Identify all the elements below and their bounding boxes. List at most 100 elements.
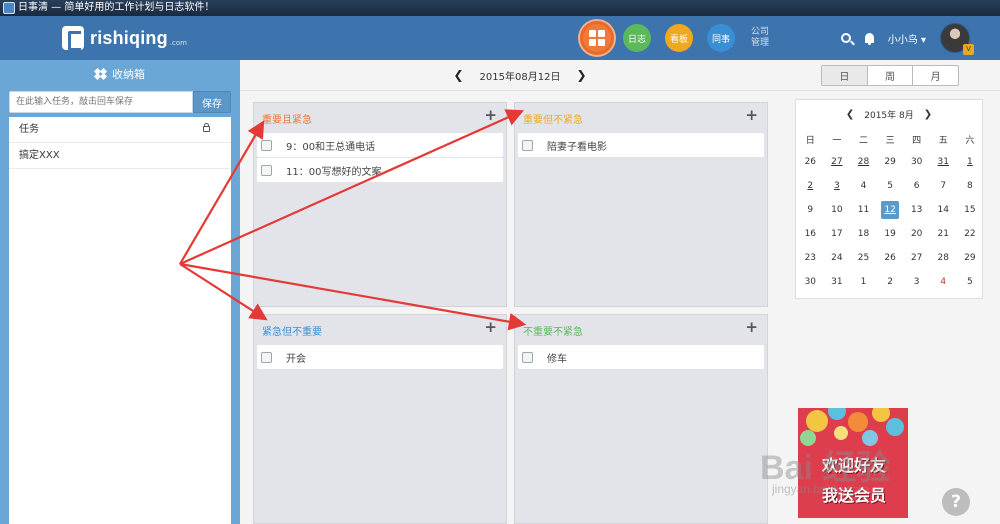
calendar-day[interactable]: 16 <box>797 222 824 246</box>
calendar-day[interactable]: 3 <box>824 174 851 198</box>
calendar-day-number: 5 <box>966 277 973 287</box>
task-row[interactable]: 陪妻子看电影 <box>518 133 764 157</box>
save-button[interactable]: 保存 <box>193 91 231 113</box>
calendar-day[interactable]: 30 <box>903 150 930 174</box>
task-checkbox[interactable] <box>522 139 533 151</box>
calendar-day-number: 10 <box>831 205 843 215</box>
add-task-plus-icon[interactable]: + <box>745 108 758 123</box>
calendar-day[interactable]: 9 <box>797 198 824 222</box>
task-row[interactable]: 11：00写想好的文案 <box>257 158 503 182</box>
calendar-day[interactable]: 11 <box>850 198 877 222</box>
calendar-day-number: 20 <box>910 229 923 239</box>
calendar-day-today[interactable]: 12 <box>877 198 904 222</box>
task-row[interactable]: 开会 <box>257 345 503 369</box>
calendar-day[interactable]: 31 <box>930 150 957 174</box>
calendar-day[interactable]: 5 <box>877 174 904 198</box>
task-checkbox[interactable] <box>261 139 272 151</box>
calendar-day[interactable]: 23 <box>797 246 824 270</box>
calendar-day[interactable]: 31 <box>824 270 851 294</box>
calendar-day[interactable]: 21 <box>930 222 957 246</box>
company-line1: 公司 <box>750 27 769 37</box>
task-checkbox[interactable] <box>522 351 533 363</box>
task-row[interactable]: 修车 <box>518 345 764 369</box>
calendar-day[interactable]: 20 <box>903 222 930 246</box>
calendar-weekday: 四 <box>912 135 922 146</box>
calendar-day[interactable]: 6 <box>903 174 930 198</box>
calendar-day[interactable]: 19 <box>877 222 904 246</box>
calendar-day[interactable]: 25 <box>850 246 877 270</box>
task-text: 9：00和王总通电话 <box>286 141 376 153</box>
nav-dashboard-button[interactable] <box>580 21 614 55</box>
add-task-plus-icon[interactable]: + <box>484 108 497 123</box>
calendar-day[interactable]: 1 <box>850 270 877 294</box>
user-menu[interactable]: 小小鸟 ▾ <box>888 31 926 46</box>
calendar-weekday: 六 <box>965 135 975 146</box>
calendar-day-number: 5 <box>887 181 893 191</box>
calendar-day[interactable]: 4 <box>850 174 877 198</box>
calendar-day[interactable]: 7 <box>930 174 957 198</box>
tab-week[interactable]: 周 <box>868 66 914 85</box>
task-checkbox[interactable] <box>261 351 272 363</box>
calendar-day[interactable]: 1 <box>957 150 984 174</box>
calendar-day[interactable]: 10 <box>824 198 851 222</box>
calendar-day[interactable]: 28 <box>930 246 957 270</box>
nav-rizhi-button[interactable]: 日志 <box>623 24 651 52</box>
calendar-day[interactable]: 15 <box>957 198 984 222</box>
calendar-grid: 日一二三四五六 26 27 28 29 30 31 1 2 3 4 5 6 7 8 9 10 11 12 13 14 15… <box>796 128 982 294</box>
task-row[interactable]: 9：00和王总通电话 <box>257 133 503 157</box>
calendar-day-number: 29 <box>964 253 976 263</box>
task-input[interactable] <box>9 91 193 113</box>
calendar-day-number: 28 <box>937 253 949 263</box>
lock-icon[interactable] <box>203 123 210 132</box>
help-button[interactable]: ? <box>942 488 970 516</box>
logo[interactable]: rishiqing .com <box>62 25 187 51</box>
calendar-day[interactable]: 22 <box>957 222 984 246</box>
calendar-day[interactable]: 14 <box>930 198 957 222</box>
next-month-chevron-icon[interactable]: ❯ <box>924 109 932 120</box>
prev-month-chevron-icon[interactable]: ❮ <box>846 109 854 120</box>
promo-banner[interactable]: 欢迎好友 我送会员 <box>798 408 908 518</box>
nav-kanban-button[interactable]: 看板 <box>665 24 693 52</box>
calendar-day[interactable]: 24 <box>824 246 851 270</box>
next-day-chevron-icon[interactable]: ❯ <box>576 68 586 82</box>
calendar-day-number: 4 <box>860 181 867 191</box>
calendar-day[interactable]: 30 <box>797 270 824 294</box>
add-task-plus-icon[interactable]: + <box>745 320 758 335</box>
tab-month[interactable]: 月 <box>913 66 958 85</box>
calendar-day[interactable]: 17 <box>824 222 851 246</box>
list-item[interactable]: 搞定XXX <box>9 143 231 169</box>
calendar-day-number: 7 <box>940 181 947 191</box>
calendar-weekday: 二 <box>858 135 868 146</box>
prev-day-chevron-icon[interactable]: ❮ <box>453 68 463 82</box>
calendar-day[interactable]: 29 <box>957 246 984 270</box>
calendar-day[interactable]: 8 <box>957 174 984 198</box>
calendar-day-number: 28 <box>857 157 870 167</box>
calendar-day[interactable]: 2 <box>797 174 824 198</box>
add-task-plus-icon[interactable]: + <box>484 320 497 335</box>
avatar[interactable]: V <box>940 23 974 55</box>
calendar-day[interactable]: 27 <box>903 246 930 270</box>
calendar-day[interactable]: 26 <box>877 246 904 270</box>
list-item[interactable]: 任务 <box>9 117 231 143</box>
calendar-day[interactable]: 27 <box>824 150 851 174</box>
calendar-day[interactable]: 18 <box>850 222 877 246</box>
tab-day[interactable]: 日 <box>822 66 868 85</box>
calendar-day[interactable]: 2 <box>877 270 904 294</box>
inbox-task-list: 任务 搞定XXX <box>9 117 231 524</box>
bell-icon[interactable] <box>864 33 874 45</box>
nav-company-management-link[interactable]: 公司 管理 <box>749 27 771 49</box>
calendar-day[interactable]: 29 <box>877 150 904 174</box>
calendar-day[interactable]: 4 <box>930 270 957 294</box>
calendar-day[interactable]: 26 <box>797 150 824 174</box>
calendar-day-number: 13 <box>910 205 923 215</box>
calendar-day[interactable]: 13 <box>903 198 930 222</box>
calendar-day-number: 8 <box>966 181 973 191</box>
calendar-day[interactable]: 3 <box>903 270 930 294</box>
calendar-day-number: 26 <box>804 157 817 167</box>
calendar-day[interactable]: 5 <box>957 270 984 294</box>
task-checkbox[interactable] <box>261 164 272 176</box>
calendar-day[interactable]: 28 <box>850 150 877 174</box>
calendar-weekday: 一 <box>832 135 842 146</box>
search-icon[interactable] <box>840 33 851 43</box>
nav-tongshi-button[interactable]: 同事 <box>707 24 735 52</box>
